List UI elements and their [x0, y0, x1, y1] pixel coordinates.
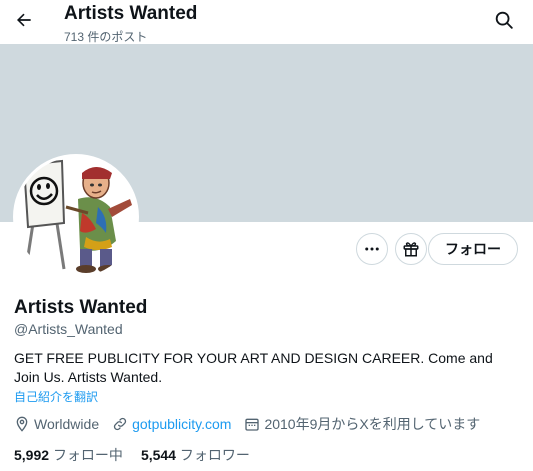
display-name: Artists Wanted: [14, 297, 148, 318]
followers-label: フォロワー: [179, 447, 250, 463]
translate-bio-link[interactable]: 自己紹介を翻訳: [14, 388, 98, 405]
website-link[interactable]: gotpublicity.com: [132, 416, 231, 432]
page-title: Artists Wanted: [64, 3, 198, 24]
more-icon: [365, 247, 379, 251]
calendar-icon: [245, 418, 260, 431]
top-bar: Artists Wanted 713 件のポスト: [0, 0, 533, 44]
followers-count: 5,544: [140, 447, 176, 463]
profile-meta: Worldwide gotpublicity.com 2010年9月からXを利用…: [14, 414, 493, 434]
user-handle: @Artists_Wanted: [14, 321, 123, 337]
artist-cartoon-avatar-image: [16, 157, 136, 277]
following-count: 5,992: [14, 447, 50, 463]
joined-item: 2010年9月からXを利用しています: [244, 414, 480, 434]
post-count: 713 件のポスト: [64, 30, 148, 44]
back-button[interactable]: [12, 8, 36, 32]
avatar[interactable]: [13, 154, 139, 280]
location-item: Worldwide: [14, 416, 99, 432]
joined-text: 2010年9月からXを利用しています: [264, 416, 481, 432]
followers-link[interactable]: 5,544 フォロワー: [141, 445, 250, 465]
search-button[interactable]: [493, 9, 515, 31]
location-icon: [16, 416, 28, 432]
gift-icon: [403, 242, 419, 257]
subscribe-button[interactable]: [395, 233, 427, 265]
follow-stats: 5,992 フォロー中 5,544 フォロワー: [14, 445, 268, 465]
header-title-block: Artists Wanted 713 件のポスト: [64, 3, 197, 45]
location-text: Worldwide: [34, 416, 100, 432]
website-item[interactable]: gotpublicity.com: [112, 416, 231, 432]
search-icon: [495, 11, 513, 29]
following-link[interactable]: 5,992 フォロー中: [14, 445, 123, 465]
follow-button[interactable]: フォロー: [428, 233, 518, 265]
arrow-left-icon: [17, 13, 31, 27]
following-label: フォロー中: [52, 447, 123, 463]
link-icon: [113, 417, 127, 431]
more-button[interactable]: [356, 233, 388, 265]
profile-bio: GET FREE PUBLICITY FOR YOUR ART AND DESI…: [14, 350, 493, 385]
